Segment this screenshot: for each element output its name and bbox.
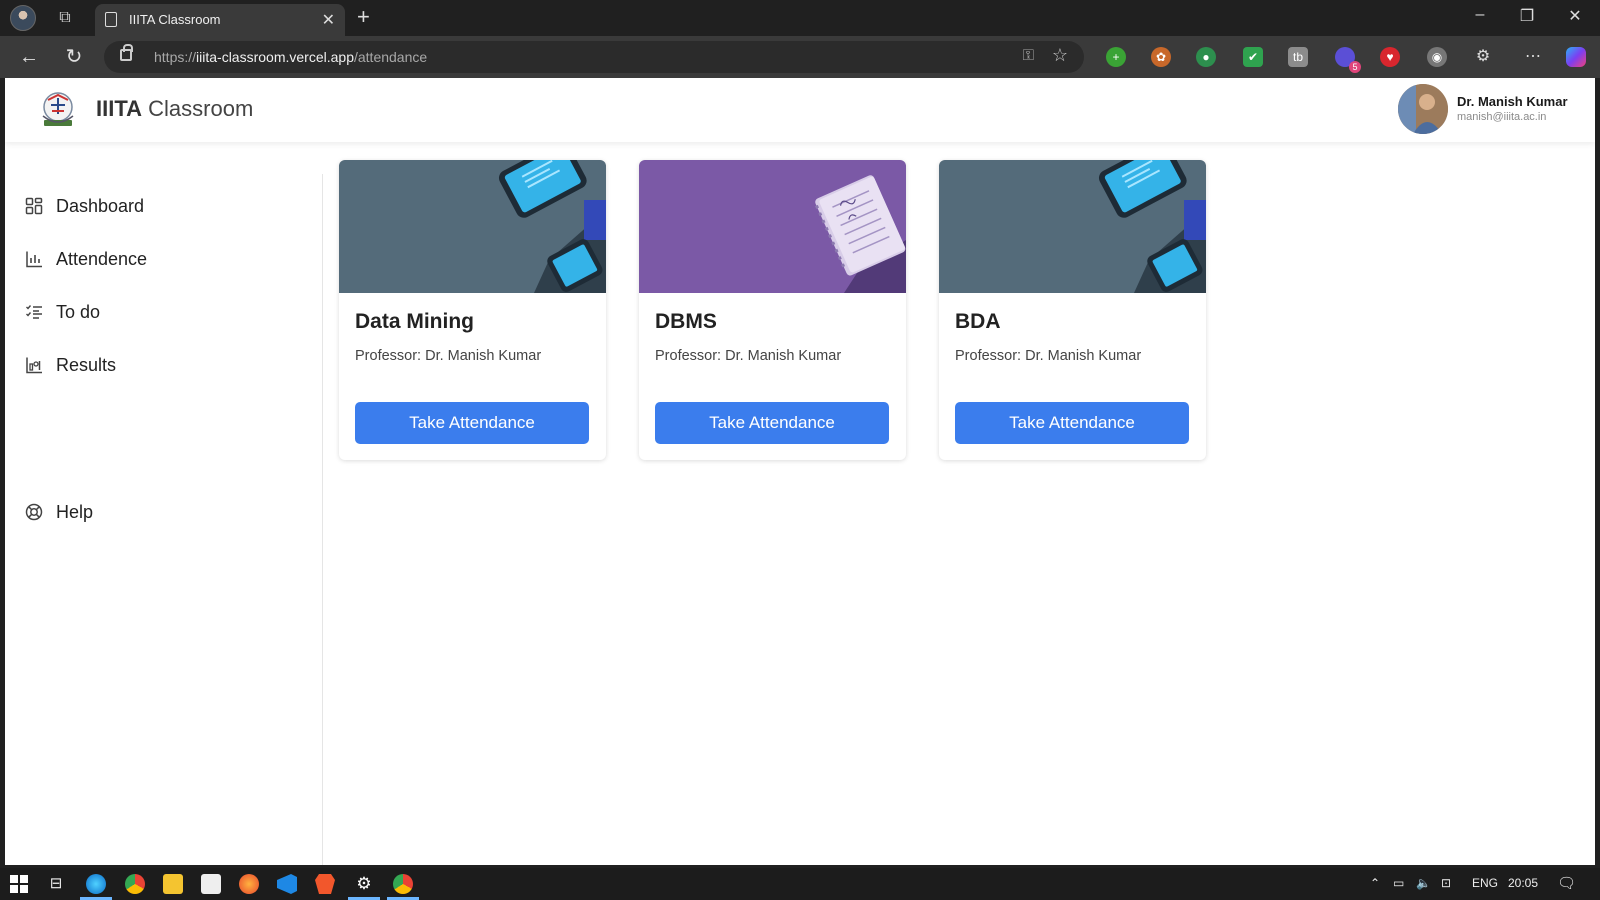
workspaces-icon[interactable]: ⧉ <box>55 8 75 28</box>
take-attendance-button[interactable]: Take Attendance <box>655 402 889 444</box>
brand-bold: IIITA <box>96 96 143 121</box>
extension-cookie-icon[interactable]: ✿ <box>1151 47 1171 67</box>
sidebar-item-attendence[interactable]: Attendence <box>25 245 147 273</box>
refresh-button[interactable]: ↻ <box>61 44 87 70</box>
sidebar-item-label: Dashboard <box>56 195 145 216</box>
course-title: DBMS <box>655 310 717 333</box>
course-professor: Professor: Dr. Manish Kumar <box>655 348 842 364</box>
browser-profile-avatar[interactable] <box>10 5 36 31</box>
extension-tb-icon[interactable]: tb <box>1288 47 1308 67</box>
brand-title[interactable]: IIITA Classroom <box>96 96 253 122</box>
windows-taskbar: ⊟ ⚙ ⌃ ▭ 🔈 ⊡ ENG 20:05 🗨 <box>0 868 1600 900</box>
brand-light: Classroom <box>148 96 254 121</box>
sidebar-item-todo[interactable]: To do <box>25 298 100 326</box>
sidebar-item-label: Results <box>56 354 117 375</box>
minimize-button[interactable]: – <box>1457 6 1503 24</box>
dashboard-icon <box>25 197 43 215</box>
tab-close-icon[interactable]: ✕ <box>322 10 335 30</box>
extensions-puzzle-icon[interactable]: ⚙ <box>1473 47 1493 67</box>
tray-chevron-icon[interactable]: ⌃ <box>1370 876 1380 890</box>
lifebuoy-icon <box>25 503 43 521</box>
course-professor: Professor: Dr. Manish Kumar <box>355 348 542 364</box>
course-title: Data Mining <box>355 310 474 333</box>
web-page: IIITA Classroom Dr. Manish Kumar manish@… <box>5 78 1595 865</box>
volume-icon[interactable]: 🔈 <box>1416 876 1431 890</box>
avatar-photo-icon <box>1398 84 1448 134</box>
course-card: DBMS Professor: Dr. Manish Kumar Take At… <box>639 160 906 460</box>
language-indicator[interactable]: ENG <box>1472 876 1498 890</box>
file-explorer-icon[interactable] <box>163 874 183 894</box>
course-card: BDA Professor: Dr. Manish Kumar Take Att… <box>939 160 1206 460</box>
address-bar[interactable]: https://iiita-classroom.vercel.app/atten… <box>104 41 1084 73</box>
edge-taskbar-icon[interactable] <box>86 874 106 894</box>
page-icon <box>105 12 117 27</box>
extension-globe-icon[interactable]: ● <box>1196 47 1216 67</box>
extension-pin-icon[interactable]: ♥ <box>1380 47 1400 67</box>
bar-chart-icon <box>26 251 42 268</box>
vscode-icon[interactable] <box>277 874 297 894</box>
chrome-profile-taskbar-icon[interactable] <box>393 874 413 894</box>
network-icon[interactable]: ⊡ <box>1441 876 1451 890</box>
sidebar-item-results[interactable]: Results <box>25 351 116 379</box>
extension-shield-icon[interactable]: ✔ <box>1243 47 1263 67</box>
browser-tab[interactable]: IIITA Classroom ✕ <box>95 4 345 36</box>
task-view-icon[interactable]: ⊟ <box>46 874 66 894</box>
sidebar: Dashboard Attendence To do Results Help <box>5 174 323 865</box>
url-text: https://iiita-classroom.vercel.app/atten… <box>154 49 428 65</box>
battery-icon[interactable]: ▭ <box>1393 876 1404 890</box>
course-card: Data Mining Professor: Dr. Manish Kumar … <box>339 160 606 460</box>
windows-start-icon[interactable] <box>9 874 29 894</box>
sidebar-item-label: Attendence <box>56 248 148 269</box>
brave-icon[interactable] <box>315 874 335 894</box>
checklist-icon <box>26 305 42 319</box>
password-key-icon[interactable]: ⚿ <box>1023 47 1034 64</box>
tab-title: IIITA Classroom <box>129 12 221 27</box>
extension-plus-icon[interactable]: + <box>1106 47 1126 67</box>
extension-eyes-icon[interactable]: ◉ <box>1427 47 1447 67</box>
results-chart-icon <box>26 357 42 374</box>
new-tab-button[interactable]: + <box>357 4 370 30</box>
copilot-icon[interactable] <box>1566 47 1586 67</box>
restore-button[interactable]: ❐ <box>1504 6 1550 26</box>
store-icon[interactable] <box>201 874 221 894</box>
chrome-taskbar-icon[interactable] <box>125 874 145 894</box>
sidebar-item-help[interactable]: Help <box>25 498 93 526</box>
extension-count-badge: 5 <box>1349 61 1361 73</box>
close-window-button[interactable]: ✕ <box>1552 6 1598 26</box>
notifications-icon[interactable]: 🗨 <box>1557 874 1576 892</box>
take-attendance-button[interactable]: Take Attendance <box>355 402 589 444</box>
browser-titlebar: ⧉ IIITA Classroom ✕ + – ❐ ✕ <box>0 0 1600 36</box>
take-attendance-button[interactable]: Take Attendance <box>955 402 1189 444</box>
course-banner-notebook-icon <box>639 160 906 293</box>
back-button[interactable]: ← <box>16 44 42 70</box>
lock-icon[interactable] <box>120 44 133 61</box>
iiita-logo-icon <box>42 92 74 126</box>
user-avatar[interactable] <box>1398 84 1448 134</box>
favorite-star-icon[interactable]: ☆ <box>1052 45 1068 66</box>
sidebar-item-dashboard[interactable]: Dashboard <box>25 192 144 220</box>
more-menu-icon[interactable]: ⋯ <box>1523 47 1543 67</box>
sidebar-item-label: To do <box>56 301 101 322</box>
course-title: BDA <box>955 310 1001 333</box>
course-banner-devices-icon <box>339 160 606 293</box>
browser-toolbar: ← ↻ https://iiita-classroom.vercel.app/a… <box>0 36 1600 78</box>
course-banner-devices-icon <box>939 160 1206 293</box>
course-professor: Professor: Dr. Manish Kumar <box>955 348 1142 364</box>
app-header: IIITA Classroom Dr. Manish Kumar manish@… <box>5 78 1595 142</box>
extension-badge-icon[interactable]: 5 <box>1335 47 1361 73</box>
user-name: Dr. Manish Kumar <box>1457 94 1568 109</box>
sidebar-item-label: Help <box>56 501 94 522</box>
firefox-icon[interactable] <box>239 874 259 894</box>
clock[interactable]: 20:05 <box>1508 876 1538 890</box>
user-email: manish@iiita.ac.in <box>1457 111 1547 123</box>
settings-gear-icon[interactable]: ⚙ <box>354 874 374 894</box>
